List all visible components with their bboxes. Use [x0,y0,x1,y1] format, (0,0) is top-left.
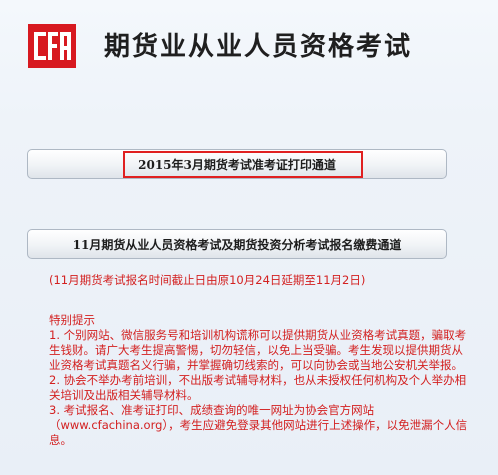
registration-payment-label: 11月期货从业人员资格考试及期货投资分析考试报名缴费通道 [72,237,402,252]
notice-item: 3. 考试报名、准考证打印、成绩查询的唯一网址为协会官方网站（www.cfach… [49,403,468,447]
notice-item: 1. 个别网站、微信服务号和培训机构谎称可以提供期货从业资格考试真题，骗取考生钱… [49,328,467,372]
notice-item: 2. 协会不举办考前培训，不出版考试辅导材料，也从未授权任何机构及个人举办相关培… [49,373,467,402]
deadline-note: (11月期货考试报名时间截止日由原10月24日延期至11月2日) [49,273,366,287]
notice-title: 特别提示 [49,313,95,327]
logo-mark-icon [34,32,71,60]
registration-payment-button[interactable]: 11月期货从业人员资格考试及期货投资分析考试报名缴费通道 [27,229,447,259]
cfa-logo [28,24,76,68]
special-notice: 特别提示 1. 个别网站、微信服务号和培训机构谎称可以提供期货从业资格考试真题，… [49,313,469,448]
page-header: 期货业从业人员资格考试 [0,0,498,100]
site-title: 期货业从业人员资格考试 [104,32,413,62]
highlight-frame [123,151,363,178]
